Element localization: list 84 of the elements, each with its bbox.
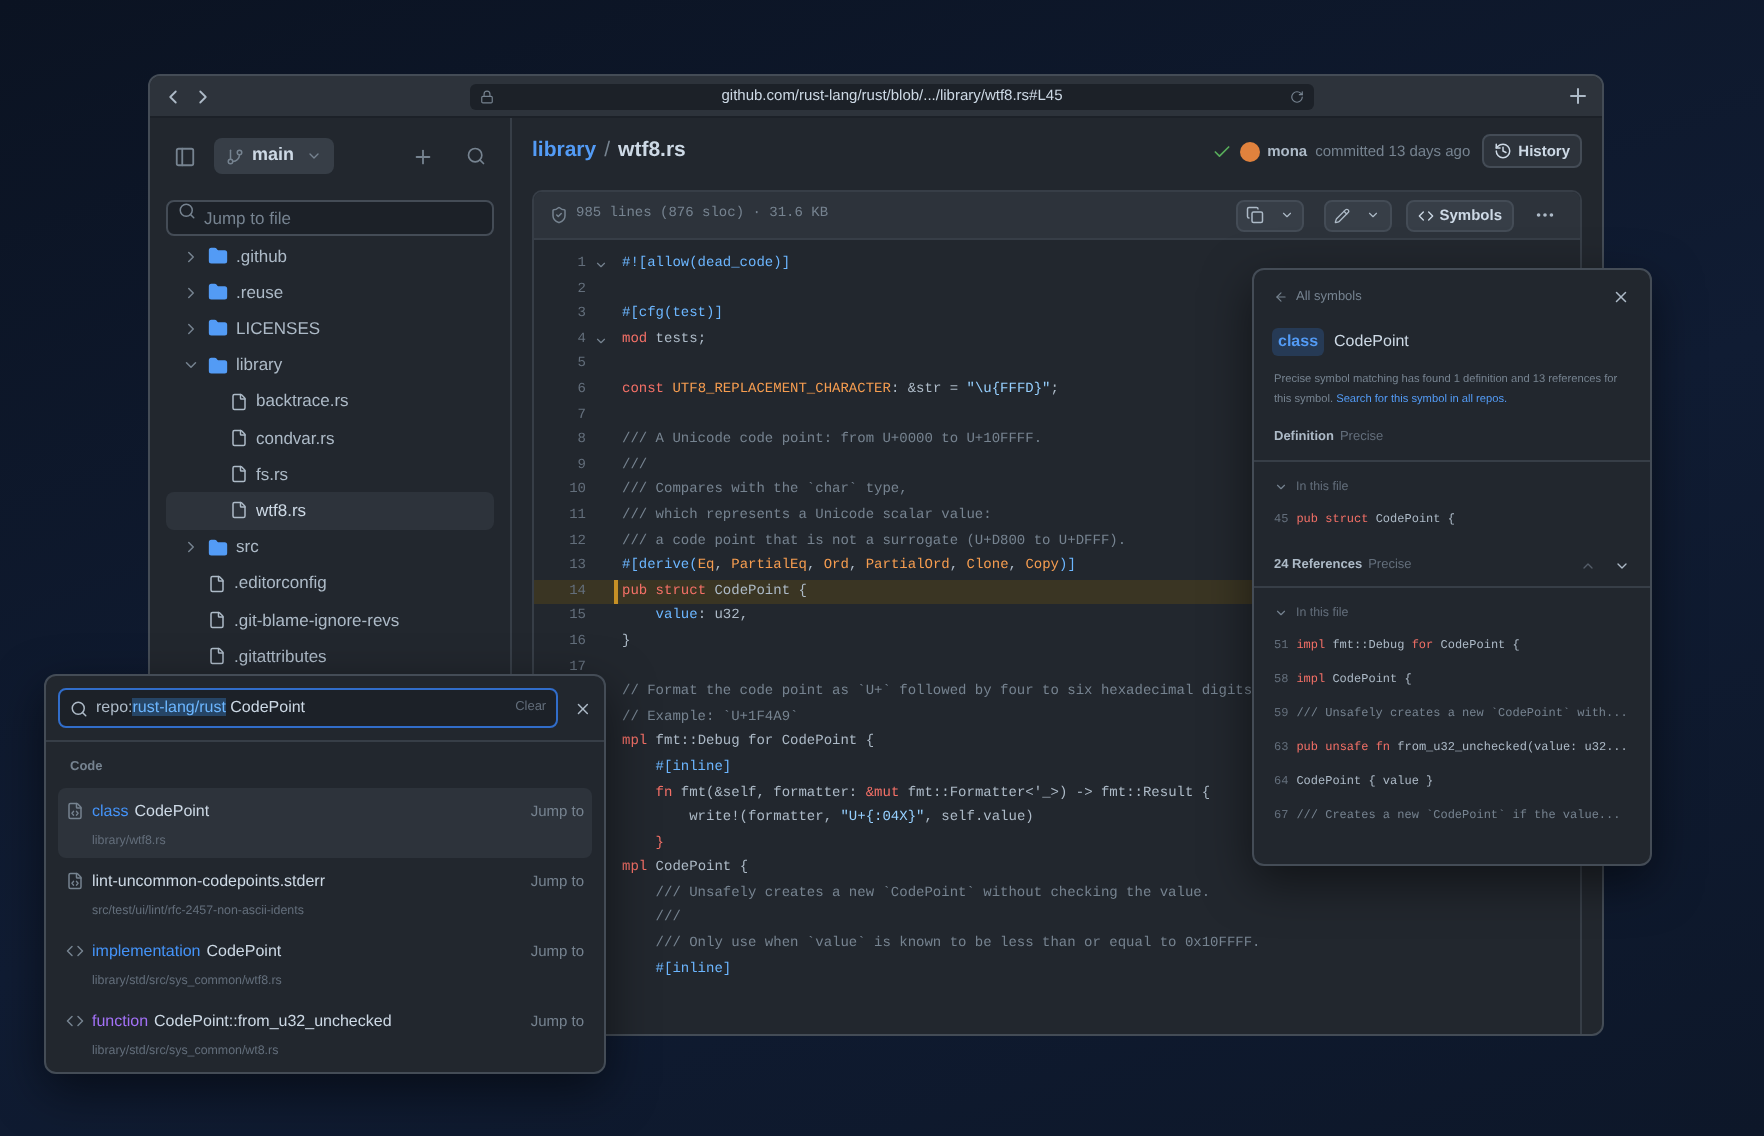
symbol-kind: class bbox=[92, 799, 129, 824]
file-icon bbox=[230, 500, 248, 521]
code-file-icon bbox=[66, 801, 84, 820]
file-icon bbox=[230, 391, 248, 412]
search-query: repo:rust-lang/rust CodePoint bbox=[96, 696, 306, 720]
caret-icon bbox=[1279, 208, 1294, 222]
tree-item-label: .editorconfig bbox=[234, 570, 327, 597]
tree-item-label: .gitattributes bbox=[234, 643, 327, 670]
file-icon bbox=[208, 609, 226, 630]
tree-item-label: src bbox=[236, 534, 259, 560]
folder-icon bbox=[208, 537, 228, 558]
chevron-right-icon bbox=[182, 538, 200, 557]
tree-item[interactable]: .reuse bbox=[166, 274, 494, 311]
back-arrow-icon[interactable] bbox=[1274, 290, 1288, 305]
code-icon bbox=[66, 941, 84, 960]
tree-item-label: backtrace.rs bbox=[256, 388, 349, 415]
class-badge: class bbox=[1272, 327, 1325, 356]
file-name: wtf8.rs bbox=[618, 135, 686, 166]
lock-icon bbox=[480, 89, 494, 103]
check-icon bbox=[1211, 141, 1232, 161]
breadcrumb-separator: / bbox=[604, 135, 611, 166]
close-icon[interactable] bbox=[574, 699, 592, 717]
fold-icon[interactable] bbox=[593, 333, 607, 348]
caret-icon bbox=[1366, 208, 1381, 222]
tree-item-label: fs.rs bbox=[256, 461, 289, 488]
search-icon bbox=[178, 201, 196, 219]
tree-item-label: library bbox=[236, 352, 283, 379]
tree-item-label: .github bbox=[236, 243, 288, 269]
code-icon bbox=[1417, 207, 1434, 223]
file-icon bbox=[230, 464, 248, 485]
new-tab-icon[interactable] bbox=[1566, 84, 1590, 108]
search-icon[interactable] bbox=[466, 146, 486, 166]
folder-icon bbox=[208, 246, 228, 267]
copy-icon bbox=[1245, 206, 1264, 224]
tree-item[interactable]: library bbox=[166, 347, 494, 384]
tree-item[interactable]: .git-blame-ignore-revs bbox=[166, 601, 494, 639]
tree-item-label: condvar.rs bbox=[256, 425, 335, 451]
symbol-name: CodePoint bbox=[1334, 329, 1409, 354]
result-name: CodePoint bbox=[206, 939, 282, 964]
tree-item[interactable]: backtrace.rs bbox=[166, 383, 494, 420]
branch-icon bbox=[226, 147, 244, 165]
tree-item-label: .git-blame-ignore-revs bbox=[234, 607, 400, 633]
fold-icon[interactable] bbox=[593, 257, 607, 272]
shield-icon bbox=[550, 206, 568, 224]
jump-to-file-field[interactable]: Jump to file bbox=[166, 200, 494, 236]
symbol-kind: function bbox=[92, 1009, 149, 1034]
tree-item[interactable]: wtf8.rs bbox=[166, 492, 494, 529]
code-icon bbox=[66, 1011, 84, 1030]
branch-button[interactable]: main bbox=[214, 138, 334, 174]
collapse-icon[interactable] bbox=[1274, 479, 1288, 494]
close-icon[interactable] bbox=[1612, 288, 1630, 307]
tree-item[interactable]: .editorconfig bbox=[166, 565, 494, 602]
file-icon bbox=[230, 428, 248, 449]
copy-button[interactable] bbox=[1235, 199, 1304, 231]
history-icon bbox=[1494, 142, 1513, 160]
tree-item[interactable]: .gitattributes bbox=[166, 638, 494, 675]
tree-item[interactable]: fs.rs bbox=[166, 456, 494, 493]
result-name: lint-uncommon-codepoints.stderr bbox=[92, 869, 325, 894]
pencil-icon bbox=[1333, 207, 1350, 223]
tree-item[interactable]: src bbox=[166, 529, 494, 566]
tree-item-label: wtf8.rs bbox=[256, 498, 307, 524]
reload-icon[interactable] bbox=[1290, 89, 1304, 103]
folder-icon bbox=[208, 355, 228, 376]
add-file-icon[interactable] bbox=[412, 145, 434, 167]
collapse-icon[interactable] bbox=[1274, 606, 1288, 621]
file-icon bbox=[208, 573, 226, 594]
tree-item-label: .reuse bbox=[236, 279, 284, 306]
edit-button[interactable] bbox=[1323, 199, 1392, 231]
avatar bbox=[1239, 141, 1260, 161]
tree-item-label: LICENSES bbox=[236, 316, 321, 342]
result-name: CodePoint::from_u32_unchecked bbox=[154, 1009, 392, 1034]
breadcrumb-link[interactable]: library bbox=[532, 135, 597, 167]
code-file-icon bbox=[66, 871, 84, 890]
file-icon bbox=[208, 646, 226, 667]
tree-item[interactable]: LICENSES bbox=[166, 310, 494, 348]
result-name: CodePoint bbox=[134, 799, 210, 824]
sidebar-toggle-icon[interactable] bbox=[174, 145, 196, 167]
symbol-kind: implementation bbox=[92, 939, 201, 964]
caret-icon bbox=[306, 148, 322, 164]
tree-item[interactable]: condvar.rs bbox=[166, 419, 494, 457]
tree-item[interactable]: .github bbox=[166, 238, 494, 275]
search-icon bbox=[70, 699, 88, 717]
folder-icon bbox=[208, 318, 228, 339]
folder-icon bbox=[208, 282, 228, 303]
